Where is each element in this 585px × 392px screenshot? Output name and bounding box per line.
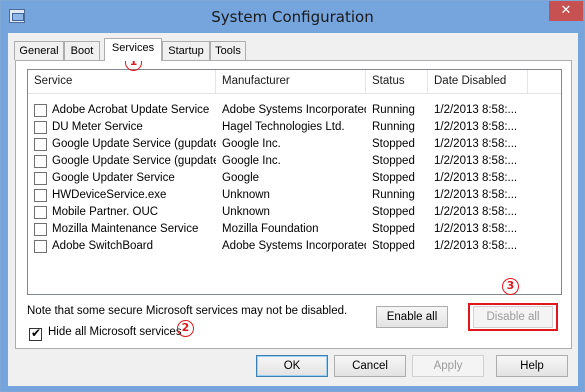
service-date-disabled: 1/2/2013 8:58:...	[434, 189, 518, 201]
service-date-disabled: 1/2/2013 8:58:...	[434, 121, 518, 133]
service-status: Stopped	[372, 138, 415, 150]
service-status: Stopped	[372, 206, 415, 218]
service-date-disabled: 1/2/2013 8:58:...	[434, 104, 518, 116]
service-status: Running	[372, 121, 415, 133]
table-row[interactable]: DU Meter Service Hagel Technologies Ltd.…	[28, 119, 561, 136]
table-row[interactable]: Mobile Partner. OUC Unknown Stopped 1/2/…	[28, 204, 561, 221]
services-list[interactable]: Service Manufacturer Status Date Disable…	[27, 69, 562, 295]
apply-button[interactable]: Apply	[412, 355, 484, 377]
service-date-disabled: 1/2/2013 8:58:...	[434, 240, 518, 252]
service-checkbox[interactable]	[34, 138, 47, 151]
tab-services[interactable]: Services	[104, 38, 162, 61]
service-name: Google Update Service (gupdatem)	[52, 155, 216, 167]
hide-microsoft-services-label[interactable]: Hide all Microsoft services	[48, 326, 182, 338]
service-manufacturer: Hagel Technologies Ltd.	[222, 121, 345, 133]
column-header-service[interactable]: Service	[28, 70, 216, 94]
service-checkbox[interactable]	[34, 172, 47, 185]
service-name: Mobile Partner. OUC	[52, 206, 159, 218]
table-row[interactable]: Google Update Service (gupdatem) Google …	[28, 153, 561, 170]
service-name: HWDeviceService.exe	[52, 189, 167, 201]
hide-microsoft-services-checkbox[interactable]	[29, 326, 42, 341]
column-header-manufacturer[interactable]: Manufacturer	[216, 70, 366, 94]
service-status: Stopped	[372, 172, 415, 184]
tab-tools[interactable]: Tools	[210, 41, 246, 60]
service-name: Adobe Acrobat Update Service	[52, 104, 210, 116]
tab-general[interactable]: General	[14, 41, 64, 60]
service-manufacturer: Google Inc.	[222, 155, 281, 167]
service-name: DU Meter Service	[52, 121, 143, 133]
service-manufacturer: Adobe Systems Incorporated	[222, 104, 366, 116]
service-checkbox[interactable]	[34, 189, 47, 202]
service-manufacturer: Adobe Systems Incorporated	[222, 240, 366, 252]
enable-all-button[interactable]: Enable all	[376, 306, 448, 328]
annotation-marker-2: 2	[177, 320, 194, 337]
service-status: Stopped	[372, 155, 415, 167]
service-manufacturer: Unknown	[222, 206, 270, 218]
window-title: System Configuration	[211, 8, 374, 26]
table-row[interactable]: Adobe Acrobat Update Service Adobe Syste…	[28, 102, 561, 119]
service-manufacturer: Mozilla Foundation	[222, 223, 319, 235]
list-header: Service Manufacturer Status Date Disable…	[28, 70, 561, 94]
dialog-client-area: General Boot Services Startup Tools Serv…	[8, 33, 578, 386]
service-date-disabled: 1/2/2013 8:58:...	[434, 206, 518, 218]
service-checkbox[interactable]	[34, 240, 47, 253]
service-status: Stopped	[372, 240, 415, 252]
table-row[interactable]: Google Update Service (gupdate) Google I…	[28, 136, 561, 153]
service-name: Google Updater Service	[52, 172, 175, 184]
cancel-button[interactable]: Cancel	[334, 355, 406, 377]
service-manufacturer: Unknown	[222, 189, 270, 201]
table-row[interactable]: HWDeviceService.exe Unknown Running 1/2/…	[28, 187, 561, 204]
service-manufacturer: Google	[222, 172, 260, 184]
disable-all-button[interactable]: Disable all	[473, 306, 553, 328]
secure-services-note: Note that some secure Microsoft services…	[27, 305, 348, 317]
service-manufacturer: Google Inc.	[222, 138, 281, 150]
service-checkbox[interactable]	[34, 223, 47, 236]
service-status: Running	[372, 189, 415, 201]
service-checkbox[interactable]	[34, 121, 47, 134]
tab-startup[interactable]: Startup	[162, 41, 210, 60]
title-bar[interactable]: System Configuration ✕	[1, 1, 584, 33]
service-date-disabled: 1/2/2013 8:58:...	[434, 155, 518, 167]
system-configuration-window: System Configuration ✕ General Boot Serv…	[0, 0, 585, 392]
service-name: Mozilla Maintenance Service	[52, 223, 199, 235]
tab-boot[interactable]: Boot	[64, 41, 100, 60]
service-name: Adobe SwitchBoard	[52, 240, 154, 252]
column-header-date-disabled[interactable]: Date Disabled	[428, 70, 528, 94]
table-row[interactable]: Adobe SwitchBoard Adobe Systems Incorpor…	[28, 238, 561, 255]
service-checkbox[interactable]	[34, 206, 47, 219]
dialog-footer: OK Cancel Apply Help	[8, 349, 578, 386]
service-checkbox[interactable]	[34, 155, 47, 168]
table-row[interactable]: Mozilla Maintenance Service Mozilla Foun…	[28, 221, 561, 238]
service-name: Google Update Service (gupdate)	[52, 138, 216, 150]
ok-button[interactable]: OK	[256, 355, 328, 377]
service-date-disabled: 1/2/2013 8:58:...	[434, 172, 518, 184]
table-row[interactable]: Google Updater Service Google Stopped 1/…	[28, 170, 561, 187]
close-button[interactable]: ✕	[549, 1, 583, 21]
services-panel: Service Manufacturer Status Date Disable…	[15, 60, 572, 349]
service-checkbox[interactable]	[34, 104, 47, 117]
help-button[interactable]: Help	[496, 355, 568, 377]
service-status: Running	[372, 104, 415, 116]
service-date-disabled: 1/2/2013 8:58:...	[434, 223, 518, 235]
service-date-disabled: 1/2/2013 8:58:...	[434, 138, 518, 150]
column-header-status[interactable]: Status	[366, 70, 428, 94]
annotation-marker-3: 3	[502, 278, 519, 295]
service-status: Stopped	[372, 223, 415, 235]
